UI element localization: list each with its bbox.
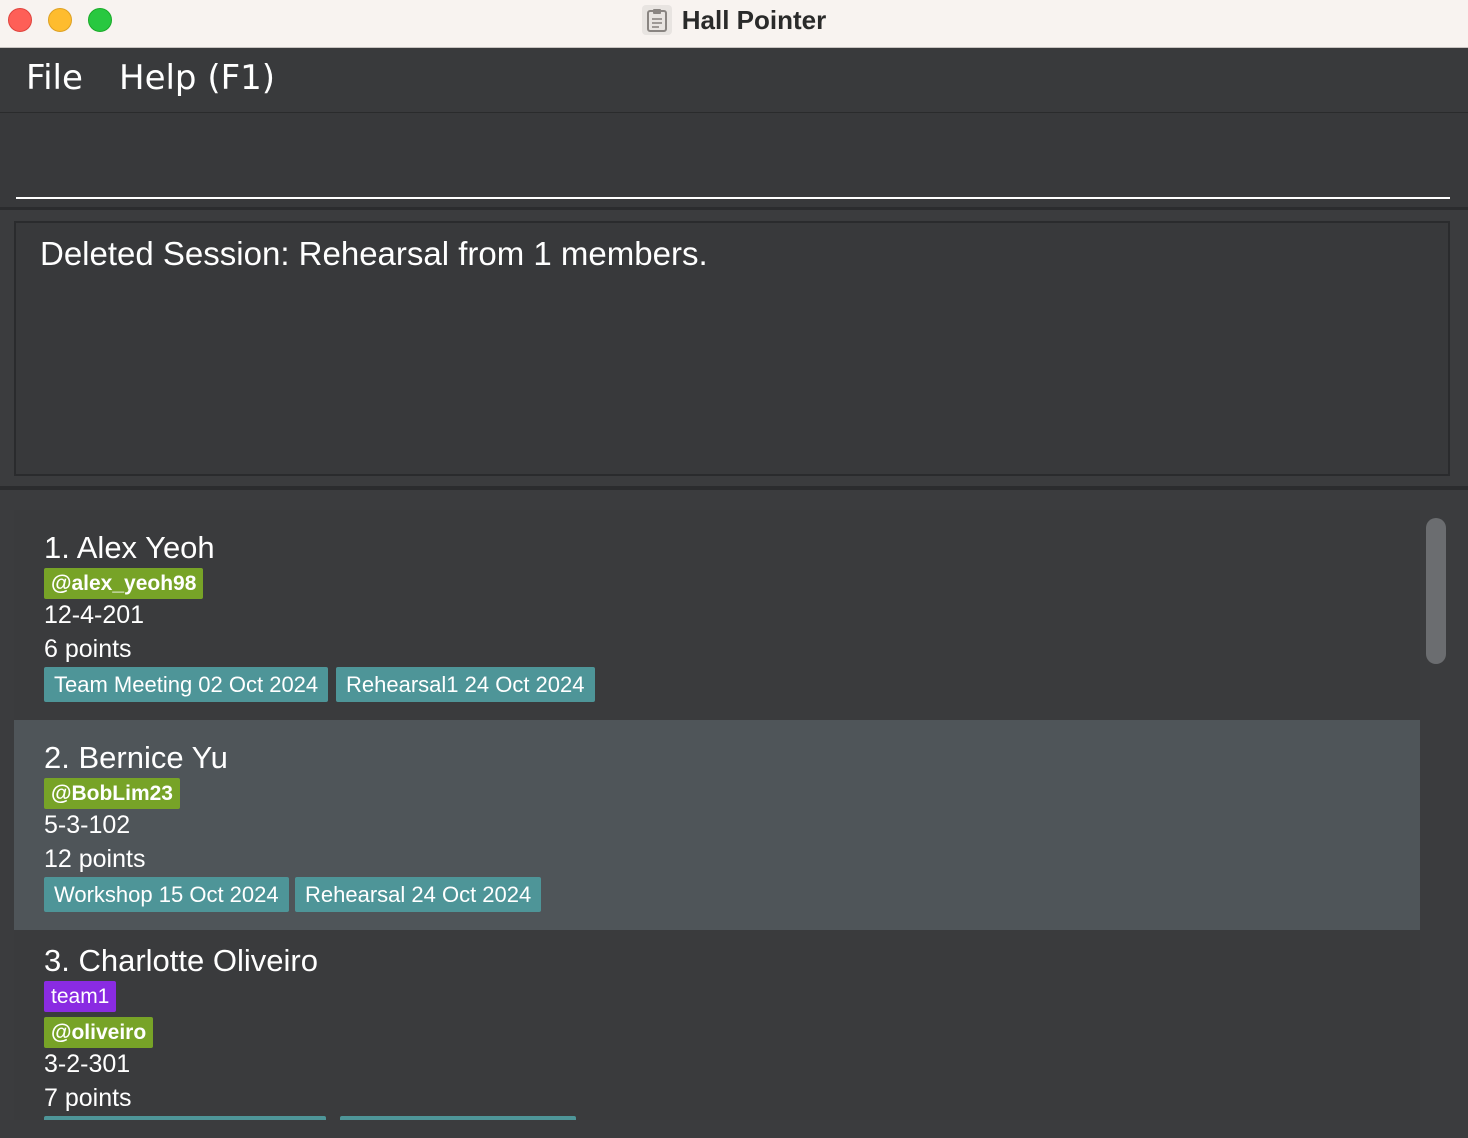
member-list[interactable]: 1. Alex Yeoh @alex_yeoh98 12-4-201 6 poi… [14,510,1420,1120]
result-display-panel: Deleted Session: Rehearsal from 1 member… [0,210,1468,490]
window-title-group: Hall Pointer [0,0,1468,40]
clipboard-icon [641,5,672,35]
member-card[interactable]: 1. Alex Yeoh @alex_yeoh98 12-4-201 6 poi… [14,510,1420,720]
session-tag-partial [44,1116,326,1120]
member-list-panel: 1. Alex Yeoh @alex_yeoh98 12-4-201 6 poi… [0,490,1468,1138]
member-name: 3. Charlotte Oliveiro [44,943,318,978]
member-room: 3-2-301 [44,1050,131,1078]
telegram-handle-tag: @oliveiro [44,1017,154,1048]
telegram-handle-tag: @BobLim23 [44,778,180,809]
member-room: 12-4-201 [44,601,145,629]
menu-help[interactable]: Help (F1) [119,58,275,98]
command-box [0,113,1468,210]
window-titlebar: Hall Pointer [0,0,1468,48]
member-room: 5-3-102 [44,811,131,839]
member-points: 6 points [44,635,132,663]
list-scrollbar-thumb[interactable] [1426,518,1446,664]
session-tag: Workshop 15 Oct 2024 [44,877,289,912]
session-tag-partial [340,1116,576,1120]
member-points: 7 points [44,1084,132,1112]
menu-bar: File Help (F1) [0,48,1468,113]
member-name: 1. Alex Yeoh [44,530,215,565]
result-display: Deleted Session: Rehearsal from 1 member… [14,221,1450,476]
menu-file[interactable]: File [26,58,83,98]
session-tag: Rehearsal 24 Oct 2024 [295,877,542,912]
member-card[interactable]: 3. Charlotte Oliveiro team1 @oliveiro 3-… [14,930,1420,1120]
window-title: Hall Pointer [681,4,827,35]
session-tag: Rehearsal1 24 Oct 2024 [336,667,595,702]
member-points: 12 points [44,845,146,873]
member-name: 2. Bernice Yu [44,740,228,775]
group-tag: team1 [44,981,117,1012]
command-input[interactable] [16,121,1450,199]
session-tag: Team Meeting 02 Oct 2024 [44,667,329,702]
telegram-handle-tag: @alex_yeoh98 [44,568,204,599]
member-card-selected[interactable]: 2. Bernice Yu @BobLim23 5-3-102 12 point… [14,720,1420,930]
result-message: Deleted Session: Rehearsal from 1 member… [40,235,708,272]
